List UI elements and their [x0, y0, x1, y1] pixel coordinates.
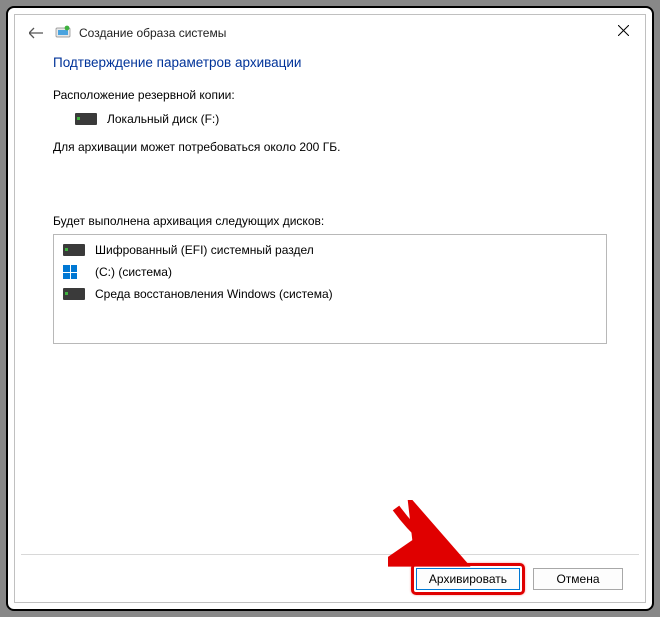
list-item: Шифрованный (EFI) системный раздел: [60, 239, 600, 261]
list-item: Среда восстановления Windows (система): [60, 283, 600, 305]
list-item: (C:) (система): [60, 261, 600, 283]
primary-highlight: Архивировать: [411, 563, 525, 595]
disk-icon: [75, 113, 97, 125]
disk-icon: [63, 244, 85, 256]
windows-icon: [63, 265, 85, 279]
content-area: Подтверждение параметров архивации Распо…: [15, 51, 645, 554]
location-label: Расположение резервной копии:: [53, 88, 607, 102]
disk-icon: [63, 288, 85, 300]
close-button[interactable]: [601, 15, 645, 45]
app-icon: [55, 25, 71, 41]
location-value: Локальный диск (F:): [107, 112, 219, 126]
back-button[interactable]: [25, 22, 47, 44]
cancel-button[interactable]: Отмена: [533, 568, 623, 590]
drive-name: Шифрованный (EFI) системный раздел: [95, 243, 314, 257]
drives-label: Будет выполнена архивация следующих диск…: [53, 214, 607, 228]
window-title: Создание образа системы: [79, 26, 226, 40]
start-backup-button[interactable]: Архивировать: [416, 568, 520, 590]
space-required: Для архивации может потребоваться около …: [53, 140, 607, 154]
page-heading: Подтверждение параметров архивации: [53, 55, 607, 70]
wizard-window: Создание образа системы Подтверждение па…: [14, 14, 646, 603]
drive-name: Среда восстановления Windows (система): [95, 287, 333, 301]
footer: Архивировать Отмена: [21, 554, 639, 602]
drive-name: (C:) (система): [95, 265, 172, 279]
titlebar: Создание образа системы: [15, 15, 645, 51]
location-row: Локальный диск (F:): [75, 112, 607, 126]
drives-list: Шифрованный (EFI) системный раздел (C:) …: [53, 234, 607, 344]
